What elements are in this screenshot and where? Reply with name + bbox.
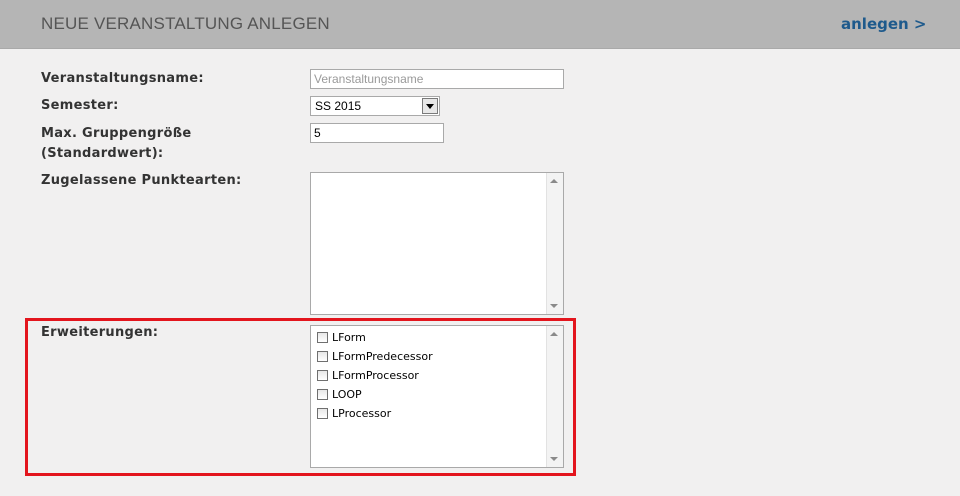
form-panel: NEUE VERANSTALTUNG ANLEGEN anlegen > Ver… bbox=[0, 0, 960, 496]
panel-header: NEUE VERANSTALTUNG ANLEGEN anlegen > bbox=[0, 0, 960, 49]
semester-selected-value: SS 2015 bbox=[315, 99, 362, 113]
group-size-label-line2: (Standardwert): bbox=[41, 146, 164, 161]
scroll-down-icon[interactable] bbox=[550, 304, 558, 308]
point-types-scrollbar[interactable] bbox=[546, 173, 563, 314]
scroll-up-icon[interactable] bbox=[550, 179, 558, 183]
page-title: NEUE VERANSTALTUNG ANLEGEN bbox=[41, 14, 330, 33]
highlight-frame bbox=[25, 318, 576, 476]
name-input[interactable] bbox=[310, 69, 564, 89]
semester-select[interactable]: SS 2015 bbox=[310, 96, 440, 116]
group-size-label-line1: Max. Gruppengröße bbox=[41, 126, 192, 141]
semester-label: Semester: bbox=[41, 98, 119, 113]
point-types-label: Zugelassene Punktearten: bbox=[41, 173, 242, 188]
group-size-input[interactable] bbox=[310, 123, 444, 143]
chevron-down-icon[interactable] bbox=[422, 98, 438, 114]
name-label: Veranstaltungsname: bbox=[41, 71, 204, 86]
create-link[interactable]: anlegen > bbox=[841, 15, 927, 33]
point-types-listbox[interactable] bbox=[310, 172, 564, 315]
